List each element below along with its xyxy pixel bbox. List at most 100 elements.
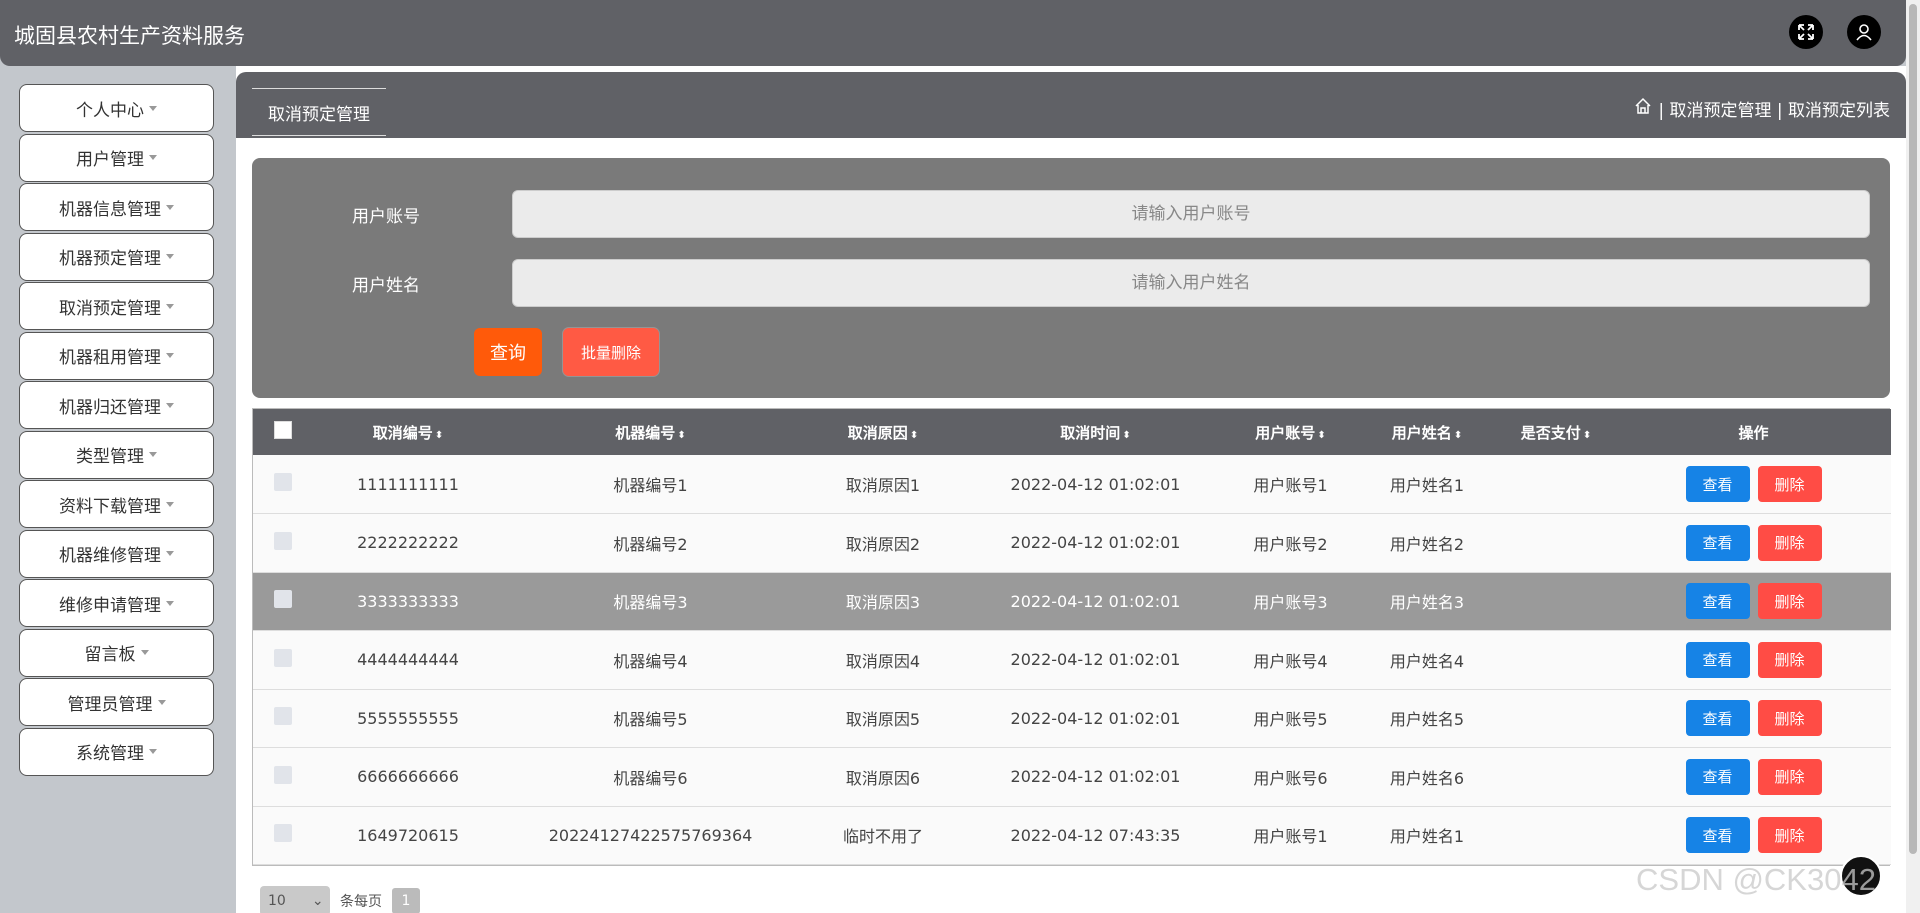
row-checkbox[interactable] — [274, 473, 292, 491]
view-button[interactable]: 查看 — [1685, 700, 1750, 737]
sidebar-item[interactable]: 个人中心 — [19, 84, 214, 132]
app-title: 城固县农村生产资料服务 — [14, 24, 245, 48]
table-row[interactable]: 1649720615 20224127422575769364 临时不用了 2022-… — [253, 806, 1891, 865]
select-all-checkbox[interactable] — [253, 409, 313, 455]
vertical-scrollbar[interactable] — [1906, 0, 1920, 913]
sort-icon[interactable]: ⬍ — [1122, 430, 1130, 441]
sidebar-item[interactable]: 取消预定管理 — [19, 282, 214, 330]
table-row[interactable]: 3333333333 机器编号3 取消原因3 2022-04-12 01:02:01 用… — [253, 572, 1891, 631]
col-header-reason[interactable]: 取消原因 ⬍ — [798, 409, 968, 455]
row-checkbox[interactable] — [274, 707, 292, 726]
delete-button[interactable]: 删除 — [1757, 641, 1822, 678]
sidebar-item[interactable]: 用户管理 — [19, 133, 214, 182]
cell-machine: 机器编号5 — [613, 710, 688, 730]
col-header-time[interactable]: 取消时间 ⬍ — [968, 409, 1223, 455]
sort-icon[interactable]: ⬍ — [1454, 430, 1462, 441]
sort-icon[interactable]: ⬍ — [1317, 430, 1325, 441]
sidebar-item-label: 机器预定管理 — [59, 249, 161, 269]
sidebar: 个人中心 用户管理机器信息管理 机器预定管理取消预定管理机器租用管理机器归还管理类型… — [0, 66, 234, 913]
sidebar-item[interactable]: 管理员管理 — [19, 678, 214, 726]
cell-time: 2022-04-12 01:02:01 — [1010, 767, 1181, 787]
view-button[interactable]: 查看 — [1685, 817, 1750, 854]
query-button[interactable]: 查询 — [474, 328, 542, 376]
col-header-id[interactable]: 取消编号 ⬍ — [313, 409, 503, 455]
view-button[interactable]: 查看 — [1685, 641, 1750, 678]
sidebar-item-label: 机器信息管理 — [59, 199, 161, 220]
cell-paid — [1496, 631, 1616, 690]
caret-down-icon — [157, 699, 166, 705]
sidebar-item[interactable]: 类型管理 — [19, 430, 214, 479]
view-button[interactable]: 查看 — [1685, 524, 1750, 561]
delete-button[interactable]: 删除 — [1757, 700, 1822, 737]
main-content: 取消预定管理 | 取消预定管理 | 取消预定列表 用户账号 用户姓名 查询 批量… — [236, 66, 1906, 913]
col-header-account[interactable]: 用户账号 ⬍ — [1223, 409, 1358, 455]
cell-machine: 机器编号6 — [613, 768, 688, 788]
table-row[interactable]: 6666666666 机器编号6 取消原因6 2022-04-12 01:02:01 用… — [253, 747, 1891, 806]
cell-account: 用户账号5 — [1253, 710, 1328, 730]
page-number[interactable]: 1 — [392, 888, 420, 913]
row-checkbox[interactable] — [274, 531, 292, 550]
sort-icon[interactable]: ⬍ — [910, 430, 918, 441]
table-row[interactable]: 4444444444 机器编号4 取消原因4 2022-04-12 01:02:01 用… — [253, 630, 1891, 690]
view-button[interactable]: 查看 — [1685, 466, 1750, 502]
page-size-select[interactable]: 10 ⌄ — [260, 886, 330, 913]
cell-time: 2022-04-12 01:02:01 — [1010, 591, 1181, 611]
sidebar-item-label: 机器租用管理 — [59, 348, 161, 368]
delete-button[interactable]: 删除 — [1757, 758, 1822, 795]
sidebar-item[interactable]: 机器归还管理 — [19, 381, 214, 429]
cell-account: 用户账号6 — [1253, 768, 1328, 788]
sidebar-item[interactable]: 系统管理 — [19, 727, 214, 776]
view-button[interactable]: 查看 — [1685, 758, 1750, 795]
table-row[interactable]: 5555555555 机器编号5 取消原因5 2022-04-12 01:02:01 用… — [253, 689, 1891, 748]
home-icon[interactable] — [1634, 97, 1652, 120]
row-checkbox[interactable] — [274, 648, 292, 667]
col-header-actions: 操作 — [1738, 423, 1769, 442]
delete-button[interactable]: 删除 — [1757, 466, 1822, 502]
sidebar-item[interactable]: 机器预定管理 — [19, 232, 214, 281]
cell-actions: 查看 删除 — [1616, 631, 1891, 690]
fullscreen-icon[interactable] — [1789, 15, 1823, 49]
sidebar-item[interactable]: 维修申请管理 — [19, 579, 214, 627]
batch-delete-button[interactable]: 批量删除 — [563, 328, 659, 376]
sidebar-item[interactable]: 机器信息管理 — [19, 183, 214, 231]
row-checkbox[interactable] — [274, 824, 292, 843]
sidebar-item-label: 类型管理 — [76, 447, 144, 467]
name-label: 用户姓名 — [352, 276, 420, 296]
cell-time: 2022-04-12 01:02:01 — [1010, 650, 1181, 670]
cell-name: 用户姓名1 — [1389, 476, 1465, 495]
cell-time: 2022-04-12 01:02:01 — [1010, 533, 1181, 553]
row-checkbox[interactable] — [274, 765, 292, 784]
cell-reason: 取消原因6 — [845, 768, 921, 788]
col-header-paid[interactable]: 是否支付 ⬍ — [1496, 409, 1616, 455]
cell-name: 用户姓名6 — [1389, 768, 1465, 788]
sidebar-item[interactable]: 资料下载管理 — [19, 480, 214, 528]
cell-machine: 20224127422575769364 — [548, 825, 753, 845]
breadcrumb-bar: 取消预定管理 | 取消预定管理 | 取消预定列表 — [236, 72, 1906, 138]
cell-name: 用户姓名4 — [1389, 651, 1465, 671]
sidebar-item[interactable]: 机器维修管理 — [19, 529, 214, 578]
sort-icon[interactable]: ⬍ — [677, 430, 685, 441]
user-icon[interactable] — [1847, 15, 1881, 49]
delete-button[interactable]: 删除 — [1757, 524, 1822, 561]
delete-button[interactable]: 删除 — [1757, 583, 1822, 620]
cell-id: 2222222222 — [357, 533, 459, 553]
sort-icon[interactable]: ⬍ — [435, 430, 443, 441]
col-header-machine[interactable]: 机器编号 ⬍ — [503, 409, 798, 455]
row-checkbox[interactable] — [274, 590, 292, 609]
cell-reason: 取消原因4 — [845, 651, 921, 671]
cell-id: 6666666666 — [357, 767, 459, 787]
caret-down-icon — [166, 551, 174, 556]
sidebar-item[interactable]: 留言板 — [19, 628, 214, 677]
account-input[interactable] — [512, 190, 1870, 238]
table-row[interactable]: 2222222222 机器编号2 取消原因2 2022-04-12 01:02:01 用… — [253, 513, 1891, 572]
view-button[interactable]: 查看 — [1685, 583, 1750, 620]
cell-actions: 查看 删除 — [1616, 572, 1891, 631]
col-header-name[interactable]: 用户姓名 ⬍ — [1358, 409, 1496, 455]
table-row[interactable]: 1111111111 机器编号1 取消原因1 2022-04-12 01:02:01 用… — [253, 455, 1891, 514]
sidebar-item[interactable]: 机器租用管理 — [19, 331, 214, 380]
delete-button[interactable]: 删除 — [1757, 817, 1822, 854]
name-input[interactable] — [512, 259, 1870, 307]
data-table: 取消编号 ⬍ 机器编号 ⬍ 取消原因 ⬍ 取消时间 ⬍ 用户账号 ⬍ 用户姓名 ⬍ 是否支付… — [252, 408, 1891, 866]
cell-time: 2022-04-12 01:02:01 — [1010, 474, 1181, 494]
sort-icon[interactable]: ⬍ — [1583, 430, 1591, 441]
